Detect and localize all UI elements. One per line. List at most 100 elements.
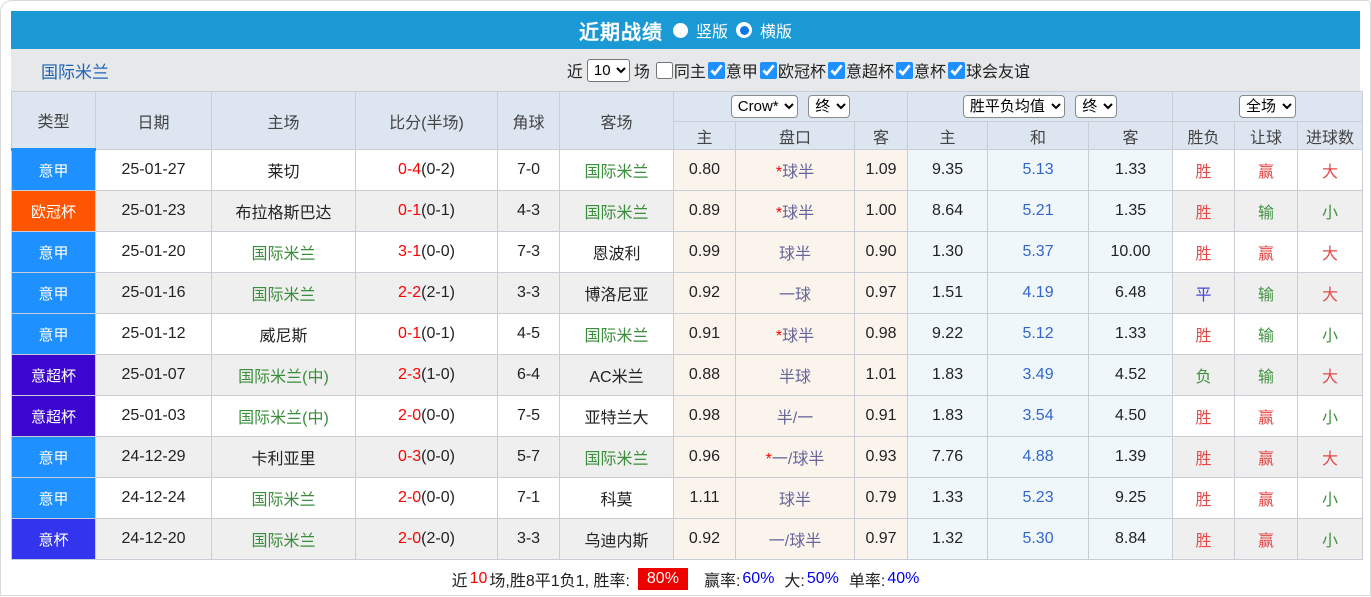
- league-filter-checkbox[interactable]: [828, 62, 845, 79]
- league-filter-checkbox[interactable]: [656, 62, 673, 79]
- col-header-odds-home: 主: [674, 122, 736, 150]
- league-filter-item[interactable]: 同主: [654, 58, 706, 82]
- home-team: 国际米兰(中): [212, 355, 356, 396]
- horizontal-layout-label[interactable]: 横版: [760, 18, 792, 42]
- fulltime-score: 0-1: [398, 202, 421, 219]
- vertical-layout-label[interactable]: 竖版: [696, 18, 728, 42]
- home-team: 国际米兰: [212, 519, 356, 560]
- home-team: 国际米兰: [212, 232, 356, 273]
- mean-draw: 5.12: [988, 314, 1089, 355]
- odds-company-select[interactable]: Crow*: [731, 95, 798, 118]
- results-body: 意甲 25-01-27 莱切 0-4(0-2) 7-0 国际米兰 0.80 *球…: [12, 150, 1363, 560]
- odds-home: 0.96: [674, 437, 736, 478]
- league-filter-checkbox[interactable]: [708, 62, 725, 79]
- league-type-badge: 意超杯: [12, 396, 96, 437]
- col-header-away: 客场: [560, 92, 674, 150]
- mean-home: 1.33: [908, 478, 988, 519]
- horizontal-layout-radio[interactable]: [736, 22, 752, 38]
- away-team: 科莫: [560, 478, 674, 519]
- league-filter-checkbox[interactable]: [948, 62, 965, 79]
- match-count-select[interactable]: 10: [587, 59, 630, 82]
- league-type-badge: 意甲: [12, 273, 96, 314]
- odds-home: 0.88: [674, 355, 736, 396]
- odds-handicap: *球半: [736, 150, 855, 191]
- handicap-result: 输: [1235, 191, 1298, 232]
- mean-home: 1.83: [908, 396, 988, 437]
- home-team: 布拉格斯巴达: [212, 191, 356, 232]
- mean-group-header: 胜平负均值 终: [908, 92, 1173, 122]
- col-header-type[interactable]: 类型: [12, 92, 96, 150]
- goals-result: 小: [1298, 519, 1363, 560]
- match-date: 25-01-07: [96, 355, 212, 396]
- halftime-score: (2-0): [421, 530, 455, 547]
- league-filter-item[interactable]: 意杯: [894, 58, 946, 82]
- summary-count: 10: [470, 570, 488, 588]
- home-team: 卡利亚里: [212, 437, 356, 478]
- vertical-layout-radio[interactable]: [673, 23, 688, 38]
- odds-home: 0.92: [674, 519, 736, 560]
- handicap-text: 球半: [782, 164, 814, 181]
- league-filter-item[interactable]: 球会友谊: [946, 58, 1030, 82]
- mean-draw: 4.88: [988, 437, 1089, 478]
- mean-home: 1.83: [908, 355, 988, 396]
- filter-bar: 国际米兰 近 10 场 同主 意甲 欧冠杯 意超杯 意杯 球会友谊: [11, 49, 1360, 91]
- big-rate: 50%: [807, 570, 839, 588]
- score-cell: 0-3(0-0): [356, 437, 498, 478]
- scope-select[interactable]: 全场: [1239, 95, 1296, 118]
- odds-state-select[interactable]: 终: [808, 95, 850, 118]
- odds-away: 1.01: [855, 355, 908, 396]
- league-filter-checkbox[interactable]: [760, 62, 777, 79]
- away-team: 恩波利: [560, 232, 674, 273]
- league-type-badge: 意甲: [12, 437, 96, 478]
- odds-home: 0.99: [674, 232, 736, 273]
- handicap-text: 半/一: [777, 410, 813, 427]
- fulltime-score: 2-0: [398, 407, 421, 424]
- mean-state-select[interactable]: 终: [1075, 95, 1117, 118]
- win-rate-badge: 80%: [638, 568, 688, 590]
- home-team: 威尼斯: [212, 314, 356, 355]
- away-team: AC米兰: [560, 355, 674, 396]
- mean-home: 1.32: [908, 519, 988, 560]
- mean-away: 4.50: [1089, 396, 1173, 437]
- handicap-result: 赢: [1235, 396, 1298, 437]
- odds-home: 1.11: [674, 478, 736, 519]
- result-group-header: 全场: [1173, 92, 1363, 122]
- league-filter-label: 球会友谊: [966, 58, 1030, 82]
- halftime-score: (1-0): [421, 366, 455, 383]
- goals-result: 大: [1298, 273, 1363, 314]
- score-cell: 2-3(1-0): [356, 355, 498, 396]
- wdl-result: 平: [1173, 273, 1235, 314]
- corner-count: 5-7: [498, 437, 560, 478]
- filter-controls: 近 10 场 同主 意甲 欧冠杯 意超杯 意杯 球会友谊: [567, 58, 1030, 82]
- table-row: 欧冠杯 25-01-23 布拉格斯巴达 0-1(0-1) 4-3 国际米兰 0.…: [12, 191, 1363, 232]
- wdl-result: 胜: [1173, 396, 1235, 437]
- league-filter-item[interactable]: 意甲: [706, 58, 758, 82]
- score-cell: 2-0(0-0): [356, 478, 498, 519]
- summary-footer: 近10场,胜8平1负1, 胜率: 80% 赢率:60% 大:50% 单率:40%: [11, 560, 1360, 597]
- league-type-badge: 意超杯: [12, 355, 96, 396]
- single-label: 单率:: [849, 567, 885, 591]
- goals-result: 大: [1298, 437, 1363, 478]
- league-filter-item[interactable]: 欧冠杯: [758, 58, 826, 82]
- handicap-win-label: 赢率:: [704, 567, 740, 591]
- odds-group-header: Crow* 终: [674, 92, 908, 122]
- results-table: 类型 日期 主场 比分(半场) 角球 客场 Crow* 终 胜平负均值 终 全场: [11, 91, 1363, 560]
- col-header-wdl: 胜负: [1173, 122, 1235, 150]
- score-cell: 2-2(2-1): [356, 273, 498, 314]
- odds-handicap: 一/球半: [736, 519, 855, 560]
- handicap-text: 一球: [779, 287, 811, 304]
- league-filter-item[interactable]: 意超杯: [826, 58, 894, 82]
- table-row: 意甲 25-01-20 国际米兰 3-1(0-0) 7-3 恩波利 0.99 球…: [12, 232, 1363, 273]
- league-filter-checkbox[interactable]: [896, 62, 913, 79]
- fulltime-score: 0-3: [398, 448, 421, 465]
- mean-away: 1.39: [1089, 437, 1173, 478]
- league-filter-label: 意甲: [726, 58, 758, 82]
- match-date: 25-01-16: [96, 273, 212, 314]
- wdl-result: 胜: [1173, 519, 1235, 560]
- handicap-result: 输: [1235, 314, 1298, 355]
- handicap-text: 球半: [782, 328, 814, 345]
- goals-result: 小: [1298, 191, 1363, 232]
- goals-result: 小: [1298, 314, 1363, 355]
- mean-type-select[interactable]: 胜平负均值: [963, 95, 1065, 118]
- table-row: 意超杯 25-01-07 国际米兰(中) 2-3(1-0) 6-4 AC米兰 0…: [12, 355, 1363, 396]
